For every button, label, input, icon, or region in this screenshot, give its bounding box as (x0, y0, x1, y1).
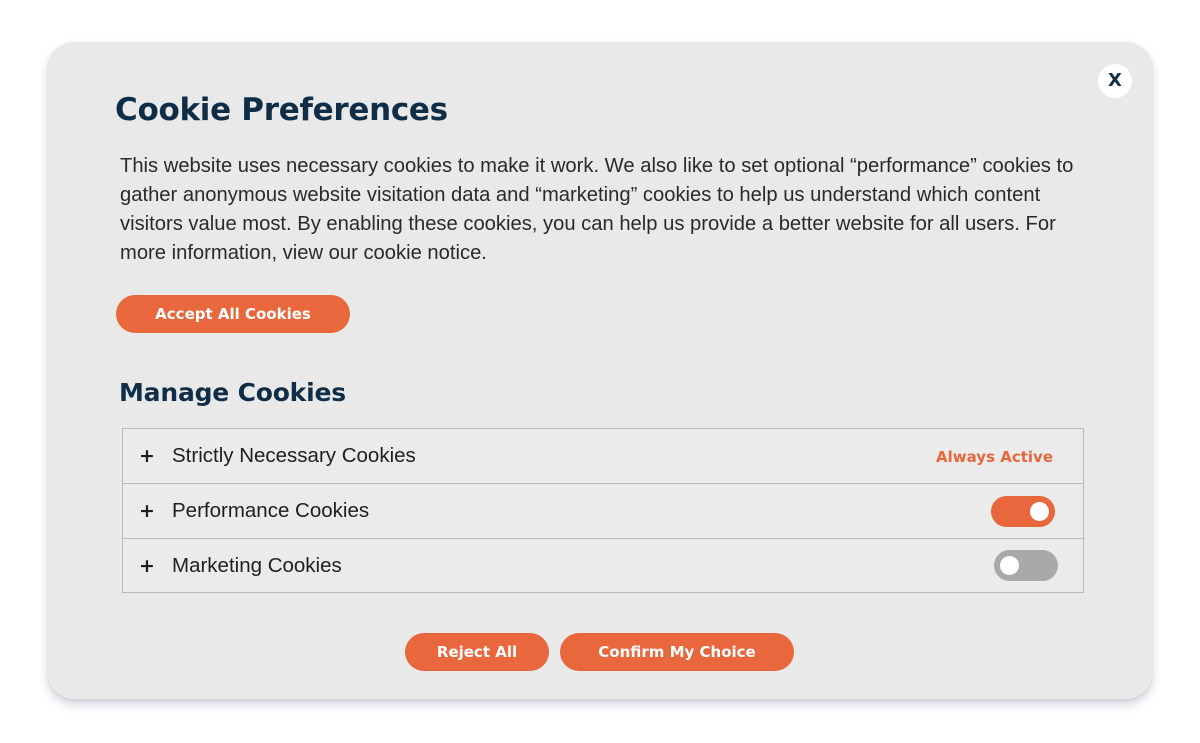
confirm-my-choice-button[interactable]: Confirm My Choice (560, 633, 794, 671)
marketing-cookies-toggle[interactable] (994, 550, 1058, 581)
intro-text: This website uses necessary cookies to m… (120, 155, 1074, 264)
cookie-preferences-dialog: X Cookie Preferences This website uses n… (48, 42, 1152, 699)
toggle-knob (1000, 556, 1019, 575)
expand-plus-icon[interactable]: + (139, 484, 155, 538)
expand-plus-icon[interactable]: + (139, 539, 155, 593)
performance-cookies-toggle[interactable] (991, 496, 1055, 527)
cookie-category-label: Marketing Cookies (172, 554, 342, 577)
accept-all-cookies-button[interactable]: Accept All Cookies (116, 295, 350, 333)
dialog-title: Cookie Preferences (115, 92, 448, 128)
toggle-knob (1030, 502, 1049, 521)
expand-plus-icon[interactable]: + (139, 429, 155, 483)
cookie-row-marketing[interactable]: + Marketing Cookies (123, 539, 1083, 592)
always-active-status: Always Active (936, 448, 1053, 466)
cookie-row-performance[interactable]: + Performance Cookies (123, 484, 1083, 539)
reject-all-button[interactable]: Reject All (405, 633, 549, 671)
cookie-row-strictly-necessary[interactable]: + Strictly Necessary Cookies Always Acti… (123, 429, 1083, 484)
cookie-category-label: Strictly Necessary Cookies (172, 444, 416, 467)
manage-cookies-heading: Manage Cookies (119, 378, 346, 407)
cookie-category-list: + Strictly Necessary Cookies Always Acti… (122, 428, 1084, 593)
close-button[interactable]: X (1098, 64, 1132, 98)
cookie-category-label: Performance Cookies (172, 499, 370, 522)
